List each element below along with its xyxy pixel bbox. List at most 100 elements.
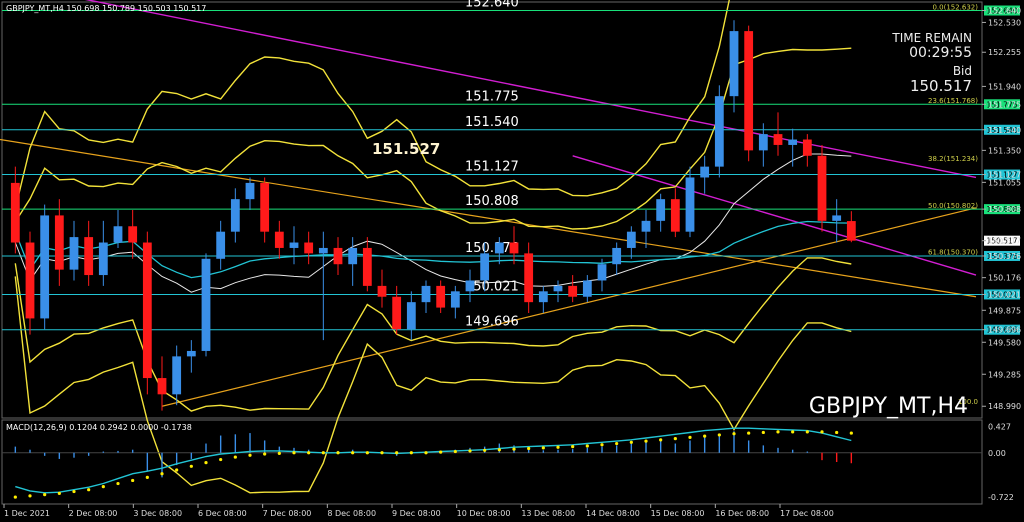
candle-body-2	[40, 215, 50, 319]
time-remain-label: TIME REMAIN	[891, 31, 972, 45]
candle-body-5	[84, 237, 94, 276]
x-tick-label-12: 17 Dec 08:00	[780, 509, 834, 518]
y-tick-label-14: 149.875	[988, 306, 1021, 315]
y-tick-label-9: 150.808	[988, 205, 1021, 214]
candle-body-14	[216, 231, 226, 259]
chart-background	[0, 0, 1024, 522]
candle-body-22	[333, 247, 343, 265]
candle-body-45	[670, 199, 680, 232]
x-tick-label-6: 9 Dec 08:00	[392, 509, 441, 518]
macd-signal-dot-4	[72, 489, 76, 494]
y-tick-label-0: 152.640	[988, 7, 1021, 16]
candle-body-3	[54, 215, 64, 270]
fib-label-2: 38.2(151.234)	[928, 155, 978, 163]
candle-body-53	[788, 139, 798, 145]
candle-body-17	[260, 182, 270, 232]
x-tick-label-2: 3 Dec 08:00	[133, 509, 182, 518]
macd-signal-dot-15	[233, 455, 237, 459]
y-tick-label-3: 151.940	[988, 82, 1021, 91]
macd-signal-dot-26	[395, 451, 399, 455]
candle-body-29	[436, 285, 446, 308]
candle-body-16	[245, 182, 255, 200]
y-tick-label-2: 152.255	[988, 48, 1021, 57]
candle-body-32	[480, 253, 490, 281]
candle-body-31	[465, 280, 475, 292]
macd-signal-dot-49	[732, 432, 736, 436]
candle-body-24	[362, 247, 372, 286]
macd-signal-dot-29	[439, 450, 443, 454]
candle-body-9	[142, 242, 152, 379]
candle-body-15	[230, 199, 240, 232]
candle-body-46	[685, 177, 695, 232]
candle-body-36	[538, 291, 548, 303]
candle-body-39	[582, 280, 592, 297]
fib-label-4: 61.8(150.370)	[928, 249, 978, 257]
candle-body-37	[553, 285, 563, 292]
macd-signal-dot-36	[541, 446, 545, 450]
macd-signal-dot-0	[13, 495, 17, 499]
macd-signal-dot-19	[292, 451, 296, 455]
macd-signal-dot-31	[468, 449, 472, 453]
candle-body-18	[274, 231, 284, 248]
macd-signal-dot-38	[571, 445, 575, 449]
macd-y-tick-0: 0.427	[988, 422, 1011, 431]
candle-body-42	[626, 231, 636, 248]
macd-signal-dot-24	[365, 451, 369, 455]
candle-body-26	[392, 296, 402, 330]
y-tick-label-16: 149.580	[988, 338, 1021, 347]
candle-body-35	[524, 253, 534, 303]
bid-value: 150.517	[910, 77, 972, 95]
x-tick-label-8: 13 Dec 08:00	[521, 509, 575, 518]
candle-body-41	[612, 247, 622, 265]
macd-signal-dot-48	[717, 433, 721, 437]
chart-canvas: 152.640 152.640 151.775 151.775 151.540 151.5…	[0, 0, 1024, 522]
candle-body-57	[846, 221, 856, 241]
candle-body-4	[69, 237, 79, 270]
candle-body-34	[509, 242, 519, 254]
candle-body-21	[318, 247, 328, 254]
macd-signal-dot-1	[28, 494, 32, 498]
candle-body-40	[597, 264, 607, 281]
x-tick-label-3: 6 Dec 08:00	[198, 509, 247, 518]
candle-body-0	[10, 182, 20, 243]
y-tick-label-13: 150.021	[988, 290, 1021, 299]
candle-body-38	[568, 285, 578, 297]
x-tick-label-7: 10 Dec 08:00	[457, 509, 511, 518]
macd-signal-dot-54	[805, 430, 809, 434]
fib-label-1: 23.6(151.768)	[928, 97, 978, 105]
level-label-4: 150.808	[465, 194, 519, 209]
candle-body-20	[304, 242, 314, 254]
candle-body-7	[113, 226, 123, 243]
macd-signal-dot-28	[424, 451, 428, 455]
macd-signal-dot-53	[791, 430, 795, 434]
candle-body-47	[700, 166, 710, 178]
y-tick-label-1: 152.530	[988, 18, 1021, 27]
candle-body-55	[817, 155, 827, 221]
candle-body-23	[348, 247, 358, 265]
macd-signal-dot-7	[116, 481, 120, 486]
macd-signal-dot-18	[277, 451, 281, 455]
macd-signal-dot-9	[145, 475, 149, 479]
macd-signal-dot-5	[87, 488, 91, 492]
macd-signal-dot-33	[497, 448, 501, 452]
macd-signal-dot-41	[615, 441, 619, 446]
y-tick-label-18: 148.990	[988, 402, 1021, 411]
macd-signal-dot-42	[629, 440, 633, 444]
macd-signal-dot-52	[776, 430, 780, 434]
candle-body-30	[450, 291, 460, 308]
x-tick-label-5: 8 Dec 08:00	[327, 509, 376, 518]
y-tick-label-10: 150.517	[988, 237, 1021, 246]
candle-body-49	[729, 31, 739, 97]
macd-signal-dot-14	[219, 457, 223, 462]
y-tick-label-17: 149.285	[988, 370, 1021, 379]
fib-label-0: 0.0(152.632)	[932, 3, 978, 11]
header-title: GBPJPY_MT,H4 150.698 150.789 150.503 150…	[6, 4, 206, 13]
macd-signal-dot-12	[189, 464, 193, 468]
candle-body-12	[186, 350, 196, 357]
highlight-price: 151.527	[372, 140, 440, 158]
candle-body-25	[377, 285, 387, 297]
y-tick-label-8: 151.055	[988, 178, 1021, 187]
level-label-1: 151.775	[465, 89, 519, 104]
macd-signal-dot-27	[409, 451, 413, 455]
macd-signal-dot-32	[483, 448, 487, 452]
